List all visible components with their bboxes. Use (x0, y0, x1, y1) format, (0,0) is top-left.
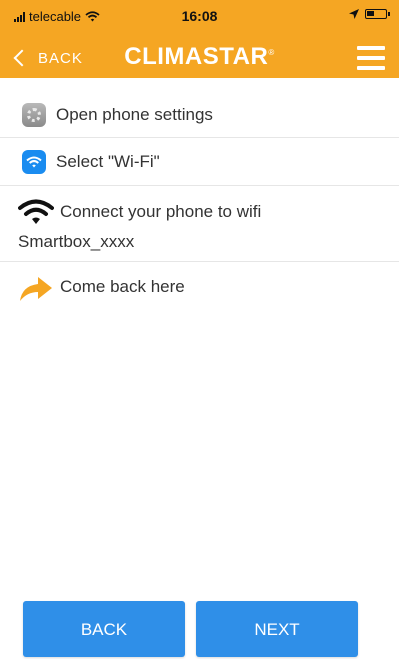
back-button[interactable]: BACK (23, 601, 185, 657)
step-come-back: Come back here (0, 262, 399, 310)
wifi-icon (18, 199, 54, 224)
step-connect-wifi: Connect your phone to wifi Smartbox_xxxx (0, 186, 399, 262)
hamburger-menu-icon[interactable] (357, 44, 385, 72)
next-button[interactable]: NEXT (196, 601, 358, 657)
step-text-line2: Smartbox_xxxx (18, 232, 135, 251)
step-text: Select "Wi-Fi" (56, 152, 160, 171)
settings-gear-icon (22, 103, 46, 127)
step-select-wifi: Select "Wi-Fi" (0, 138, 399, 186)
brand-logo: CLIMASTAR® (0, 43, 399, 71)
step-text: Come back here (60, 277, 185, 296)
arrow-right-icon (20, 277, 52, 301)
brand-registered-mark: ® (268, 48, 275, 57)
status-time: 16:08 (181, 8, 218, 24)
status-bar: telecable 16:08 (0, 0, 399, 38)
wifi-app-icon (22, 150, 46, 174)
step-open-settings: Open phone settings (0, 92, 399, 138)
app-header: BACK CLIMASTAR® (0, 38, 399, 78)
step-text: Open phone settings (56, 105, 213, 124)
location-arrow-icon (349, 9, 359, 19)
battery-icon (365, 9, 390, 19)
step-text: Connect your phone to wifi (60, 202, 262, 221)
status-right (349, 9, 390, 19)
brand-name: CLIMASTAR (124, 43, 269, 70)
